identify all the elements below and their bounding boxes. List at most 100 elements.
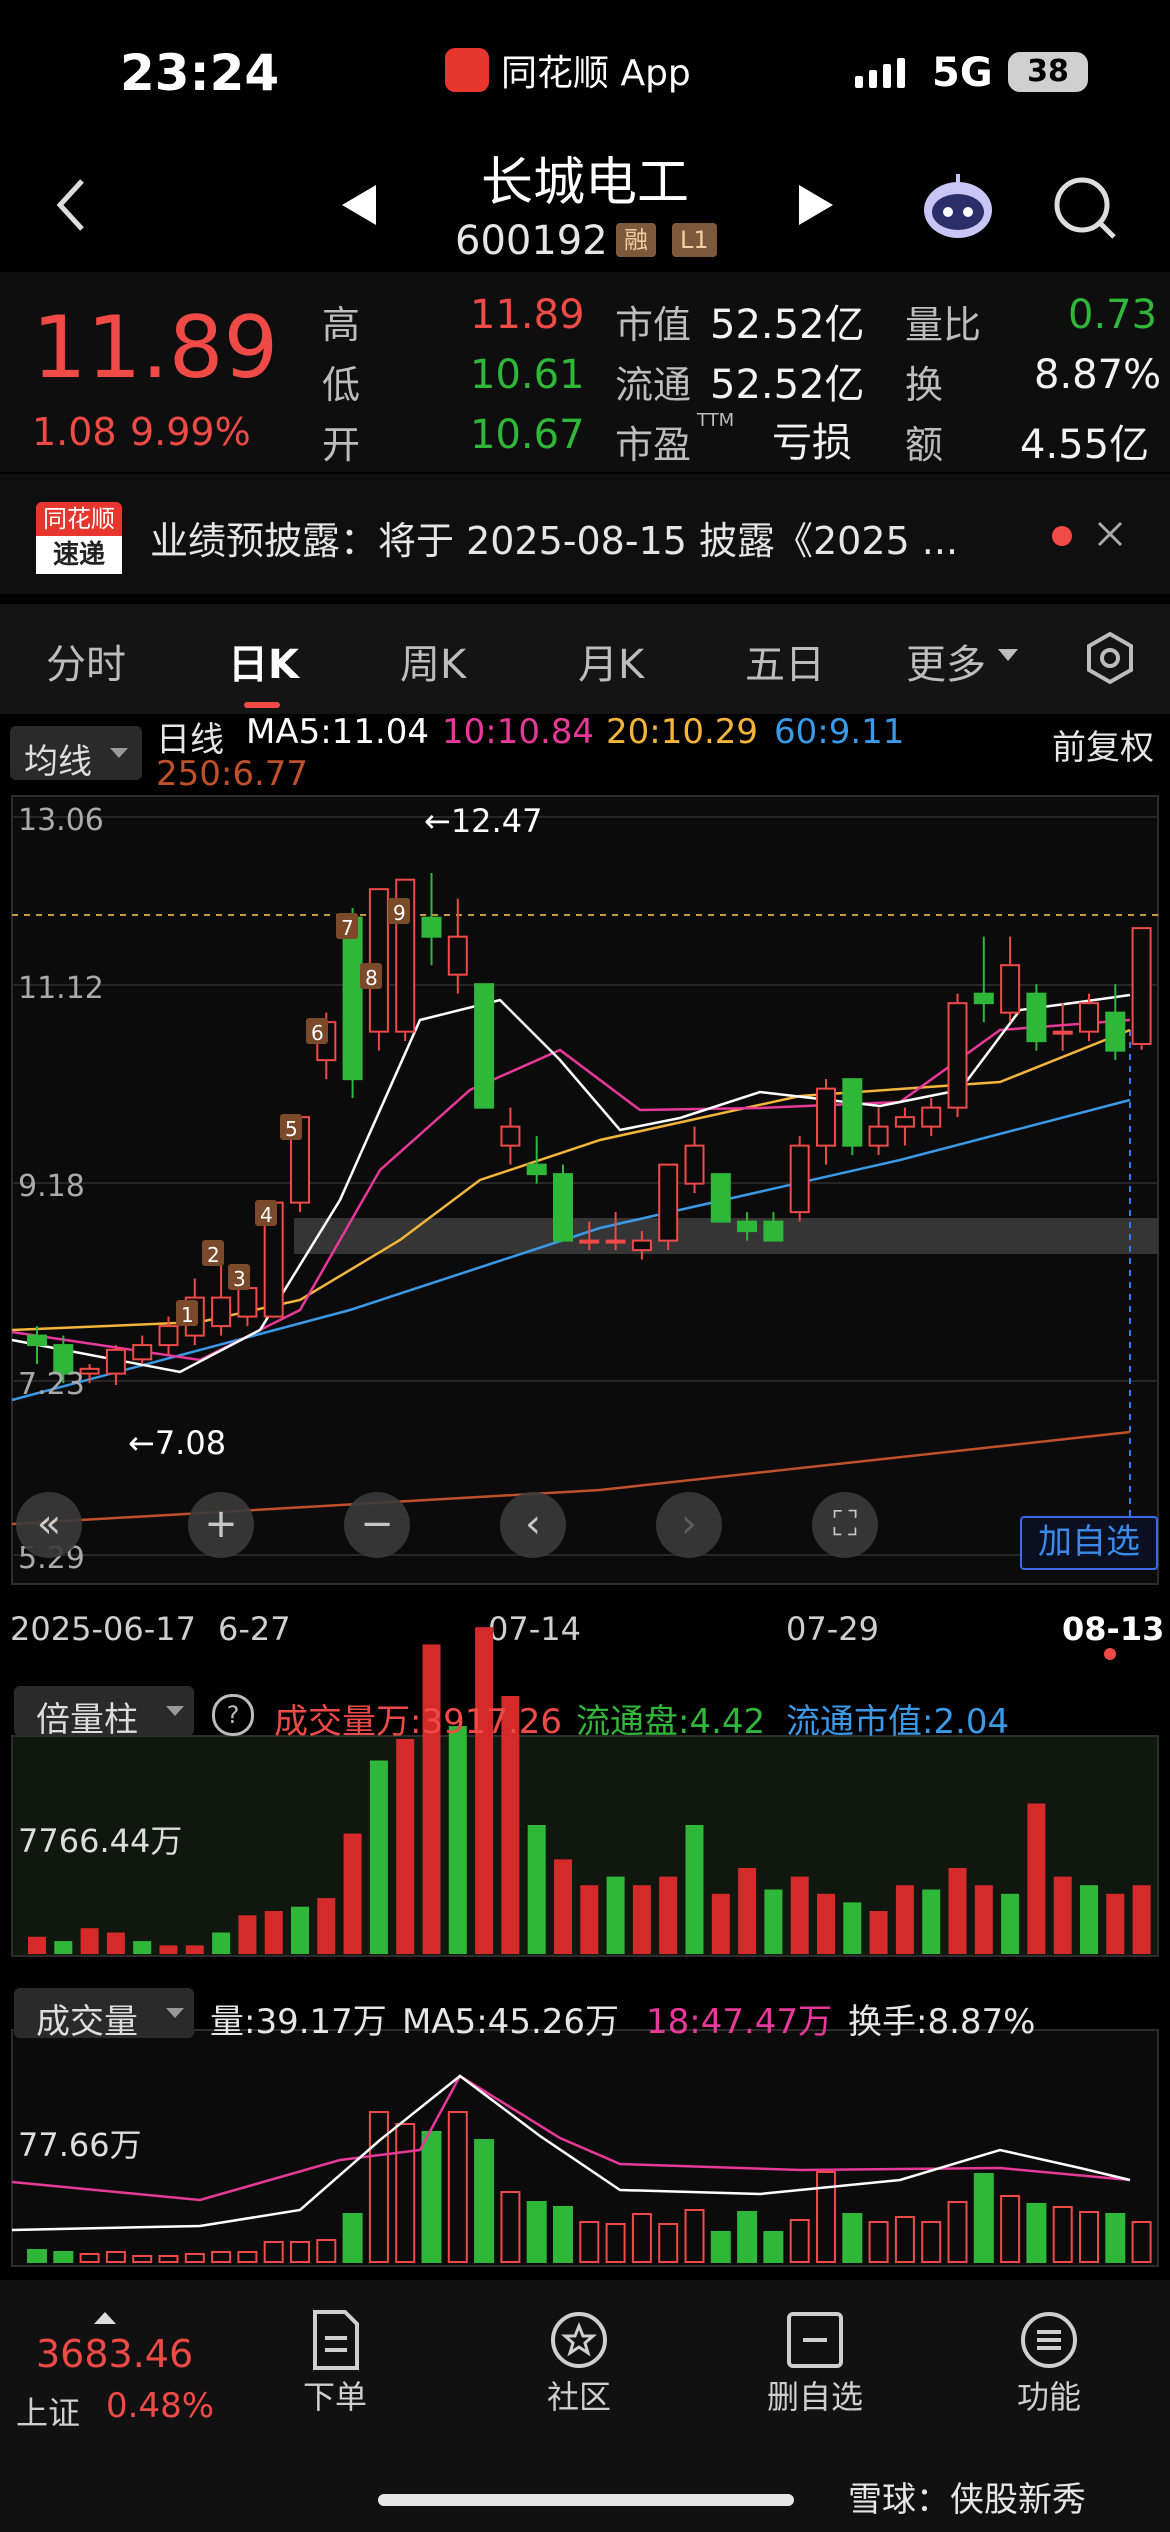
volume-bar (789, 2219, 810, 2263)
high-label: 高 (322, 303, 361, 347)
high-marker: ←12.47 (424, 802, 542, 840)
help-icon[interactable]: ? (212, 1694, 254, 1736)
date-label: 07-29 (786, 1610, 879, 1648)
margin-tag: 融 (616, 223, 656, 257)
volume-bar (684, 2209, 705, 2263)
turnover-value: 8.87% (1034, 352, 1162, 398)
news-banner[interactable]: 同花顺 速递 业绩预披露：将于 2025-08-15 披露《2025 ... (0, 474, 1170, 594)
date-label: 2025-06-17 (10, 1610, 196, 1648)
candle-body (710, 1173, 731, 1223)
scroll-right-button[interactable]: › (656, 1492, 722, 1558)
stock-code: 600192 (455, 218, 608, 264)
candle-body (973, 992, 994, 1005)
candle-body (1052, 1030, 1073, 1035)
low-value: 10.61 (470, 352, 585, 398)
tab-more[interactable]: 更多 (906, 632, 986, 690)
volume-ratio-bar (632, 1885, 651, 1954)
prev-stock-icon[interactable] (340, 183, 380, 231)
candle-body (737, 1220, 758, 1233)
add-watchlist-button[interactable]: 加自选 (1020, 1516, 1158, 1570)
nine-turn-label: 8 (365, 966, 378, 990)
volume-ratio-select[interactable]: 倍量柱 (14, 1686, 194, 1740)
order-icon (313, 2310, 359, 2370)
candle-body (447, 935, 468, 976)
volume-ratio-bar (1027, 1803, 1046, 1954)
news-badge-top: 同花顺 (36, 502, 122, 536)
scroll-left-button[interactable]: ‹ (500, 1492, 566, 1558)
tab-daily-k[interactable]: 日K (228, 632, 299, 690)
volume-ratio-label: 量比 (905, 303, 982, 347)
level-tag: L1 (672, 223, 717, 257)
tab-monthly-k[interactable]: 月K (578, 632, 644, 690)
tab-weekly-k[interactable]: 周K (400, 632, 466, 690)
tab-five-day[interactable]: 五日 (745, 632, 825, 690)
search-icon[interactable] (1052, 175, 1118, 245)
date-label: 08-13 (1062, 1610, 1164, 1648)
low-marker: ←7.08 (128, 1424, 226, 1462)
volume-bar (763, 2231, 784, 2263)
volume-ratio-bar (106, 1932, 125, 1954)
volume-bar (1026, 2203, 1047, 2263)
volume-bar (184, 2253, 205, 2263)
volume-ratio-bar (790, 1876, 809, 1954)
volume-bar (342, 2213, 363, 2263)
date-label: 07-14 (488, 1610, 581, 1648)
candle-body (947, 1002, 968, 1109)
robot-assistant-icon[interactable] (918, 170, 998, 246)
volume-bar (53, 2251, 74, 2263)
back-icon[interactable] (50, 175, 90, 235)
last-price: 11.89 (32, 298, 279, 398)
tab-intraday[interactable]: 分时 (46, 632, 126, 690)
volume-ratio-bar (133, 1941, 152, 1954)
candle-body (842, 1078, 863, 1147)
nav-remove-watchlist[interactable]: 删自选 (760, 2308, 870, 2418)
pe-value: 亏损 (772, 420, 852, 466)
volume-bar (290, 2241, 310, 2263)
volume-bar (27, 2249, 47, 2263)
close-icon[interactable] (1095, 519, 1125, 553)
status-bar: 23:24 同花顺 App 5G 38 (0, 0, 1170, 140)
nav-functions[interactable]: 功能 (1004, 2308, 1094, 2418)
volume-ratio-bar (554, 1859, 572, 1954)
volume-bar (579, 2221, 600, 2263)
volume-select[interactable]: 成交量 (14, 1988, 194, 2042)
zoom-in-button[interactable]: + (188, 1492, 254, 1558)
volume-bar (395, 2123, 416, 2263)
price-change-pct: 9.99% (130, 410, 251, 454)
home-indicator[interactable] (378, 2494, 794, 2506)
volume-ratio-bar (974, 1885, 993, 1954)
next-stock-icon[interactable] (795, 183, 835, 231)
volume-bar (658, 2223, 679, 2263)
volume-ratio-bar (448, 1726, 467, 1954)
volume-ratio-bar (238, 1915, 257, 1954)
volume-ratio-bar (527, 1825, 546, 1954)
news-text: 业绩预披露：将于 2025-08-15 披露《2025 ... (150, 519, 959, 563)
volume-y-tick: 77.66万 (18, 2126, 142, 2164)
candle-body (474, 983, 495, 1109)
high-value: 11.89 (470, 292, 585, 338)
nav-order-label: 下单 (302, 2378, 367, 2416)
collapse-left-button[interactable]: « (16, 1492, 82, 1558)
volume-ratio-bar (212, 1932, 231, 1954)
community-icon (551, 2312, 607, 2368)
volume-ratio-bar (1001, 1893, 1020, 1954)
nav-order[interactable]: 下单 (290, 2308, 380, 2418)
app-label[interactable]: 同花顺 App (445, 44, 691, 96)
nav-remove-watchlist-label: 删自选 (766, 2378, 863, 2416)
candle-body (1026, 992, 1047, 1043)
nav-community[interactable]: 社区 (534, 2308, 624, 2418)
fullscreen-button[interactable]: ⛶ (812, 1492, 878, 1558)
candle-body (868, 1125, 889, 1147)
volume-bar (921, 2221, 942, 2263)
settings-icon[interactable] (1082, 630, 1138, 690)
index-value[interactable]: 3683.46 (36, 2332, 193, 2376)
amount-value: 4.55亿 (1020, 422, 1150, 468)
volume-ratio-y-tick: 7766.44万 (18, 1822, 182, 1860)
volume-ratio-bar (54, 1941, 73, 1954)
volume-bar (710, 2231, 731, 2263)
menu-icon (1021, 2312, 1077, 2368)
volume-ratio-bar (185, 1945, 204, 1954)
volume-ratio-bar (1053, 1876, 1072, 1954)
zoom-out-button[interactable]: − (344, 1492, 410, 1558)
volume-select-label: 成交量 (36, 2002, 138, 2042)
